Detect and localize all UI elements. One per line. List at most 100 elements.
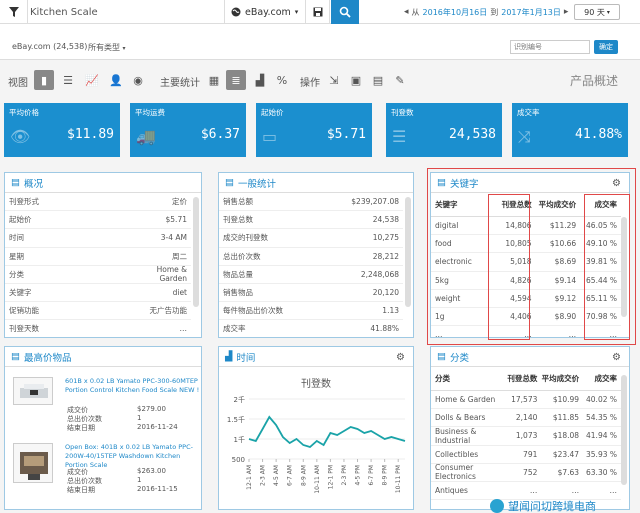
table-row[interactable]: electronic 5,018 $8.69 39.81 % bbox=[431, 253, 621, 272]
scrollbar[interactable] bbox=[193, 197, 199, 307]
date-to[interactable]: 2017年1月13日 bbox=[501, 7, 561, 18]
site-select[interactable]: eBay.com ▾ bbox=[224, 0, 306, 24]
panel-title: 一般统计 bbox=[237, 178, 276, 190]
panel-title: 时间 bbox=[236, 352, 256, 364]
percent-icon[interactable]: % bbox=[272, 70, 292, 90]
table-row[interactable]: Business & Industrial 1,073 $18.08 41.94 % bbox=[431, 426, 621, 446]
save-button[interactable] bbox=[306, 0, 330, 24]
gear-icon[interactable]: ⚙ bbox=[612, 352, 621, 363]
table-row[interactable]: Consumer Electronics 752 $7.63 63.30 % bbox=[431, 463, 621, 482]
item-title-link[interactable]: 601B x 0.02 LB Yamato PPC-300-60MTEP Por… bbox=[65, 377, 201, 395]
row-value: 28,212 bbox=[372, 251, 399, 261]
filter-button[interactable] bbox=[0, 0, 28, 24]
scrollbar[interactable] bbox=[621, 217, 627, 317]
pin-icon[interactable]: ✎ bbox=[390, 70, 410, 90]
table-row[interactable]: 5kg 4,826 $9.14 65.44 % bbox=[431, 272, 621, 290]
product-thumbnail[interactable] bbox=[13, 443, 53, 483]
list-item[interactable]: 601B x 0.02 LB Yamato PPC-300-60MTEP Por… bbox=[9, 377, 201, 437]
general-stats-panel: ▤ 一般统计 销售总额 $239,207.08 刊登总数 24,538 成交的刊登数 10… bbox=[218, 172, 414, 338]
globe-icon[interactable]: ◉ bbox=[128, 70, 148, 90]
date-range[interactable]: ◂ 从 2016年10月16日 到 2017年1月13日 ▸ bbox=[404, 0, 568, 24]
list-icon: ▤ bbox=[11, 177, 20, 188]
stat-card-avg-price: 平均价格 👁 $11.89 bbox=[4, 103, 120, 157]
row-value: 2,248,068 bbox=[360, 269, 399, 279]
stat-card-sell-through: 成交率 ⤨ 41.88% bbox=[512, 103, 628, 157]
table-cell: … bbox=[571, 486, 580, 496]
date-from[interactable]: 2016年10月16日 bbox=[423, 7, 488, 18]
column-header[interactable]: 平均成交价 bbox=[537, 373, 580, 384]
list-item[interactable]: Open Box: 401B x 0.02 LB Yamato PPC-200W… bbox=[9, 443, 201, 503]
product-thumbnail[interactable] bbox=[13, 377, 53, 405]
table-icon[interactable]: ▦ bbox=[204, 70, 224, 90]
x-tick-label: 12-1 PM bbox=[327, 465, 334, 489]
table-cell: Consumer Electronics bbox=[435, 463, 476, 482]
bar-chart-icon[interactable]: ▟ bbox=[250, 70, 270, 90]
search-button[interactable] bbox=[331, 0, 359, 24]
panel-header: ▤ 概况 bbox=[5, 173, 201, 193]
table-row: 时间 3-4 AM bbox=[5, 229, 191, 248]
card-label: 成交率 bbox=[517, 108, 540, 117]
list-detail-icon[interactable]: ≣ bbox=[226, 70, 246, 90]
eye-icon: 👁 bbox=[10, 127, 31, 146]
column-header[interactable]: 分类 bbox=[435, 373, 503, 384]
column-header[interactable]: 关键字 bbox=[435, 199, 489, 210]
table-cell: $11.29 bbox=[549, 221, 577, 231]
x-tick-label: 6-7 PM bbox=[368, 465, 375, 486]
scrollbar[interactable] bbox=[621, 375, 627, 485]
table-cell: Business & Industrial bbox=[435, 426, 477, 445]
category-select[interactable]: 所有类型 ▾ bbox=[88, 42, 126, 53]
excel-icon[interactable]: ▣ bbox=[346, 70, 366, 90]
list-icon: ▤ bbox=[437, 177, 446, 188]
gear-icon[interactable]: ⚙ bbox=[396, 352, 405, 363]
table-row: 刊登形式 定价 bbox=[5, 193, 191, 212]
table-row[interactable]: ………… bbox=[431, 326, 621, 338]
table-row[interactable]: weight 4,594 $9.12 65.11 % bbox=[431, 290, 621, 308]
column-header[interactable]: 成交率 bbox=[576, 199, 618, 210]
gear-icon[interactable]: ⚙ bbox=[612, 178, 621, 189]
item-title-link[interactable]: Open Box: 401B x 0.02 LB Yamato PPC-200W… bbox=[65, 443, 201, 470]
table-cell: … bbox=[568, 330, 577, 338]
user-icon[interactable]: 👤 bbox=[106, 70, 126, 90]
x-tick-label: 10-11 PM bbox=[395, 465, 402, 493]
table-cell: $8.90 bbox=[554, 312, 577, 322]
chevron-left-icon[interactable]: ◂ bbox=[404, 7, 409, 17]
export-icon[interactable]: ⇲ bbox=[324, 70, 344, 90]
panel-header: ▟ 时间 bbox=[219, 347, 413, 367]
table-row: 刊登天数… bbox=[5, 320, 191, 337]
column-header[interactable]: 刊登总数 bbox=[503, 373, 537, 384]
table-row: 关键字 diet bbox=[5, 284, 191, 303]
table-header: 分类 刊登总数 平均成交价 成交率 bbox=[431, 367, 621, 391]
table-cell: 1,073 bbox=[515, 431, 538, 441]
table-cell: Home & Garden bbox=[435, 395, 496, 405]
pdf-icon[interactable]: ▤ bbox=[368, 70, 388, 90]
column-header[interactable]: 平均成交价 bbox=[532, 199, 577, 210]
card-view-icon[interactable]: ▮ bbox=[34, 70, 54, 90]
chart-view-icon[interactable]: 📈 bbox=[82, 70, 102, 90]
list-icon: ▤ bbox=[11, 351, 20, 362]
globe-icon bbox=[231, 7, 241, 17]
chevron-right-icon[interactable]: ▸ bbox=[564, 7, 569, 17]
table-row[interactable]: Collectibles 791 $23.47 35.93 % bbox=[431, 446, 621, 464]
date-from-prefix: 从 bbox=[411, 7, 420, 17]
table-row[interactable]: 1g 4,406 $8.90 70.98 % bbox=[431, 308, 621, 327]
scrollbar[interactable] bbox=[405, 197, 411, 307]
table-row[interactable]: digital 14,806 $11.29 46.05 % bbox=[431, 217, 621, 236]
table-row[interactable]: food 10,805 $10.66 49.10 % bbox=[431, 235, 621, 254]
table-row: 促销功能 无广告功能 bbox=[5, 302, 191, 321]
table-cell: food bbox=[435, 239, 452, 249]
column-header[interactable]: 成交率 bbox=[579, 373, 618, 384]
goods-id-input[interactable] bbox=[510, 40, 590, 54]
row-value: $5.71 bbox=[165, 215, 187, 225]
bar-chart-icon: ▟ bbox=[225, 351, 233, 362]
search-input[interactable] bbox=[30, 3, 220, 21]
table-cell: $11.85 bbox=[552, 413, 580, 423]
list-view-icon[interactable]: ☰ bbox=[58, 70, 78, 90]
table-row[interactable]: Dolls & Bears 2,140 $11.85 54.35 % bbox=[431, 409, 621, 428]
table-cell: 5,018 bbox=[510, 257, 532, 267]
confirm-button[interactable]: 确定 bbox=[594, 40, 618, 54]
table-row[interactable]: Home & Garden 17,573 $10.99 40.02 % bbox=[431, 391, 621, 410]
days-select[interactable]: 90 天 ▾ bbox=[574, 4, 620, 20]
column-header[interactable]: 刊登总数 bbox=[489, 199, 532, 210]
table-cell: 17,573 bbox=[511, 395, 538, 405]
row-key: 起始价 bbox=[9, 215, 32, 225]
